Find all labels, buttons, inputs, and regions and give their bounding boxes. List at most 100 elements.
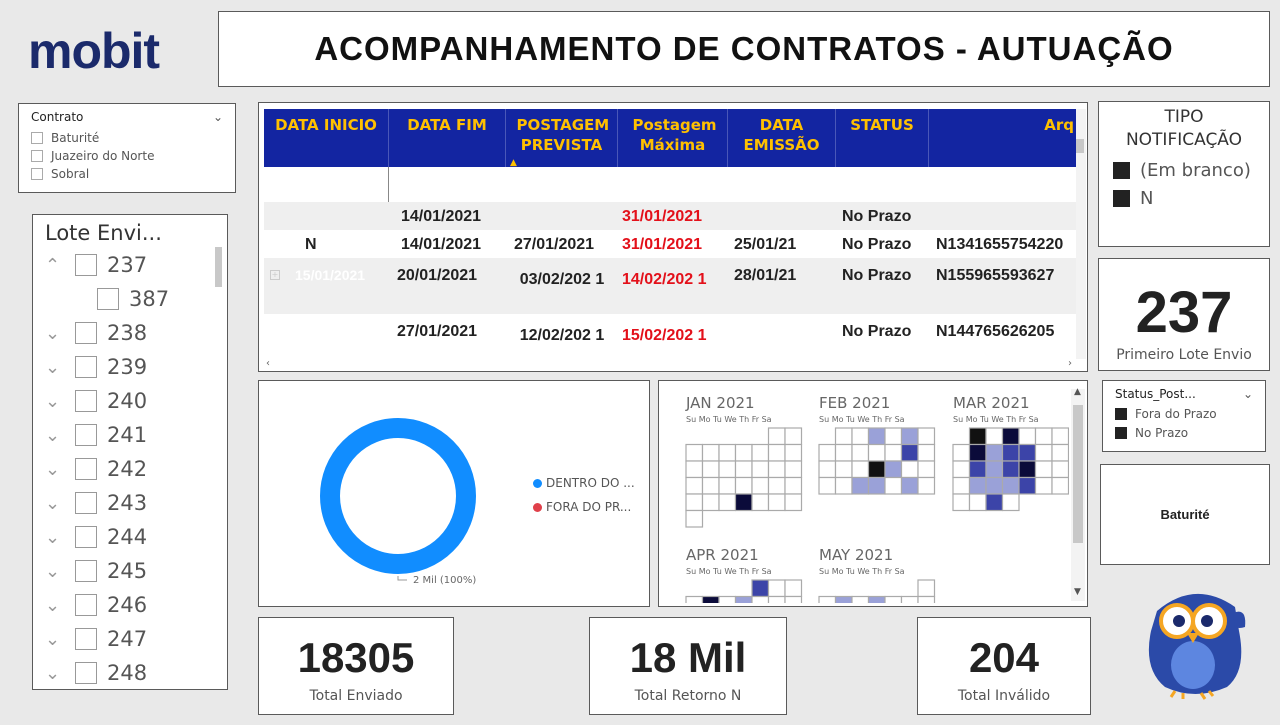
calendar-day-cell[interactable] bbox=[701, 460, 720, 479]
calendar-day-cell[interactable] bbox=[968, 460, 987, 479]
status-option-fora[interactable]: Fora do Prazo bbox=[1115, 404, 1253, 423]
checkbox[interactable] bbox=[75, 254, 97, 276]
chevron-down-icon[interactable]: ⌄ bbox=[45, 629, 67, 650]
calendar-day-cell[interactable] bbox=[834, 427, 853, 446]
chevron-down-icon[interactable]: ⌄ bbox=[45, 561, 67, 582]
col-header-postagem-maxima[interactable]: Postagem Máxima bbox=[618, 109, 728, 167]
calendar-day-cell[interactable] bbox=[734, 460, 753, 479]
vscroll-thumb[interactable] bbox=[1076, 139, 1084, 153]
chevron-down-icon[interactable]: ⌄ bbox=[45, 391, 67, 412]
lote-scrollbar[interactable] bbox=[215, 247, 222, 287]
calendar-day-cell[interactable] bbox=[701, 476, 720, 495]
calendar-day-cell[interactable] bbox=[968, 476, 987, 495]
chevron-right-icon[interactable]: › bbox=[1068, 358, 1072, 369]
calendar-day-cell[interactable] bbox=[767, 427, 786, 446]
calendar-day-cell[interactable] bbox=[851, 427, 870, 446]
calendar-day-cell[interactable] bbox=[718, 460, 737, 479]
legend-item-dentro[interactable]: DENTRO DO ... bbox=[533, 471, 635, 495]
calendar-day-cell[interactable] bbox=[952, 443, 971, 462]
calendar-day-cell[interactable] bbox=[1001, 476, 1020, 495]
checkbox[interactable] bbox=[75, 322, 97, 344]
col-header-postagem-prevista[interactable]: POSTAGEM PREVISTA ▲ bbox=[506, 109, 618, 168]
chevron-down-icon[interactable]: ⌄ bbox=[1243, 387, 1253, 401]
calendar-day-cell[interactable] bbox=[818, 460, 837, 479]
calendar-scroll-thumb[interactable] bbox=[1073, 405, 1083, 543]
calendar-day-cell[interactable] bbox=[917, 579, 936, 598]
calendar-day-cell[interactable] bbox=[884, 460, 903, 479]
scroll-down-icon[interactable]: ▼ bbox=[1074, 587, 1081, 597]
calendar-vscrollbar[interactable]: ▲ ▼ bbox=[1071, 387, 1085, 601]
lote-item[interactable]: ⌄ 246 bbox=[45, 593, 147, 617]
chevron-down-icon[interactable]: ⌄ bbox=[45, 493, 67, 514]
chevron-down-icon[interactable]: ⌄ bbox=[45, 527, 67, 548]
calendar-day-cell[interactable] bbox=[1001, 443, 1020, 462]
lote-item[interactable]: ⌄ 238 bbox=[45, 321, 147, 345]
calendar-day-cell[interactable] bbox=[884, 476, 903, 495]
calendar-day-cell[interactable] bbox=[767, 493, 786, 512]
calendar-day-cell[interactable] bbox=[884, 427, 903, 446]
calendar-day-cell[interactable] bbox=[1001, 493, 1020, 512]
col-header-status[interactable]: STATUS bbox=[836, 109, 929, 167]
col-header-data-inicio[interactable]: DATA INICIO bbox=[264, 109, 389, 167]
calendar-day-cell[interactable] bbox=[701, 493, 720, 512]
lote-item[interactable]: 387 bbox=[97, 287, 169, 311]
contrato-option-juazeiro[interactable]: Juazeiro do Norte bbox=[31, 146, 223, 165]
checkbox[interactable] bbox=[97, 288, 119, 310]
scroll-up-icon[interactable]: ▲ bbox=[1074, 387, 1081, 397]
lote-item[interactable]: ⌄ 247 bbox=[45, 627, 147, 651]
calendar-day-cell[interactable] bbox=[767, 460, 786, 479]
checkbox[interactable] bbox=[1115, 407, 1127, 420]
calendar-day-cell[interactable] bbox=[917, 476, 936, 495]
calendar-day-cell[interactable] bbox=[718, 476, 737, 495]
checkbox[interactable] bbox=[75, 390, 97, 412]
checkbox[interactable] bbox=[1113, 162, 1130, 179]
calendar-day-cell[interactable] bbox=[952, 493, 971, 512]
calendar-day-cell[interactable] bbox=[784, 493, 803, 512]
contrato-option-baturite[interactable]: Baturité bbox=[31, 128, 223, 147]
calendar-day-cell[interactable] bbox=[985, 427, 1004, 446]
calendar-day-cell[interactable] bbox=[900, 427, 919, 446]
chevron-down-icon[interactable]: ⌄ bbox=[45, 425, 67, 446]
calendar-day-cell[interactable] bbox=[1018, 476, 1037, 495]
tipo-option-n[interactable]: N bbox=[1113, 188, 1153, 209]
calendar-day-cell[interactable] bbox=[1051, 476, 1069, 495]
calendar-day-cell[interactable] bbox=[767, 443, 786, 462]
table-hscrollbar[interactable]: ‹ › bbox=[264, 358, 1076, 371]
chevron-down-icon[interactable]: ⌄ bbox=[45, 323, 67, 344]
col-header-data-emissao[interactable]: DATA EMISSÃO bbox=[728, 109, 836, 167]
chevron-down-icon[interactable]: ⌄ bbox=[45, 595, 67, 616]
calendar-day-cell[interactable] bbox=[1001, 460, 1020, 479]
calendar-day-cell[interactable] bbox=[818, 476, 837, 495]
chevron-up-icon[interactable]: ⌃ bbox=[45, 255, 67, 276]
calendar-day-cell[interactable] bbox=[1034, 427, 1053, 446]
calendar-day-cell[interactable] bbox=[900, 460, 919, 479]
table-vscrollbar[interactable] bbox=[1076, 109, 1086, 359]
calendar-day-cell[interactable] bbox=[834, 443, 853, 462]
lote-item[interactable]: ⌄ 240 bbox=[45, 389, 147, 413]
calendar-day-cell[interactable] bbox=[685, 493, 704, 512]
chevron-down-icon[interactable]: ⌄ bbox=[45, 459, 67, 480]
lote-item[interactable]: ⌄ 242 bbox=[45, 457, 147, 481]
calendar-day-cell[interactable] bbox=[751, 579, 770, 598]
calendar-day-cell[interactable] bbox=[952, 460, 971, 479]
calendar-day-cell[interactable] bbox=[1001, 427, 1020, 446]
legend-item-fora[interactable]: FORA DO PR... bbox=[533, 495, 635, 519]
calendar-day-cell[interactable] bbox=[734, 476, 753, 495]
calendar-day-cell[interactable] bbox=[985, 493, 1004, 512]
calendar-day-cell[interactable] bbox=[985, 460, 1004, 479]
checkbox[interactable] bbox=[75, 662, 97, 684]
calendar-day-cell[interactable] bbox=[784, 579, 803, 598]
calendar-day-cell[interactable] bbox=[917, 427, 936, 446]
calendar-day-cell[interactable] bbox=[867, 476, 886, 495]
calendar-day-cell[interactable] bbox=[851, 460, 870, 479]
calendar-day-cell[interactable] bbox=[917, 443, 936, 462]
calendar-day-cell[interactable] bbox=[900, 443, 919, 462]
calendar-day-cell[interactable] bbox=[1051, 443, 1069, 462]
calendar-day-cell[interactable] bbox=[884, 443, 903, 462]
calendar-day-cell[interactable] bbox=[784, 460, 803, 479]
calendar-day-cell[interactable] bbox=[751, 476, 770, 495]
calendar-day-cell[interactable] bbox=[767, 476, 786, 495]
lote-item[interactable]: ⌄ 241 bbox=[45, 423, 147, 447]
calendar-day-cell[interactable] bbox=[685, 460, 704, 479]
calendar-day-cell[interactable] bbox=[1018, 427, 1037, 446]
